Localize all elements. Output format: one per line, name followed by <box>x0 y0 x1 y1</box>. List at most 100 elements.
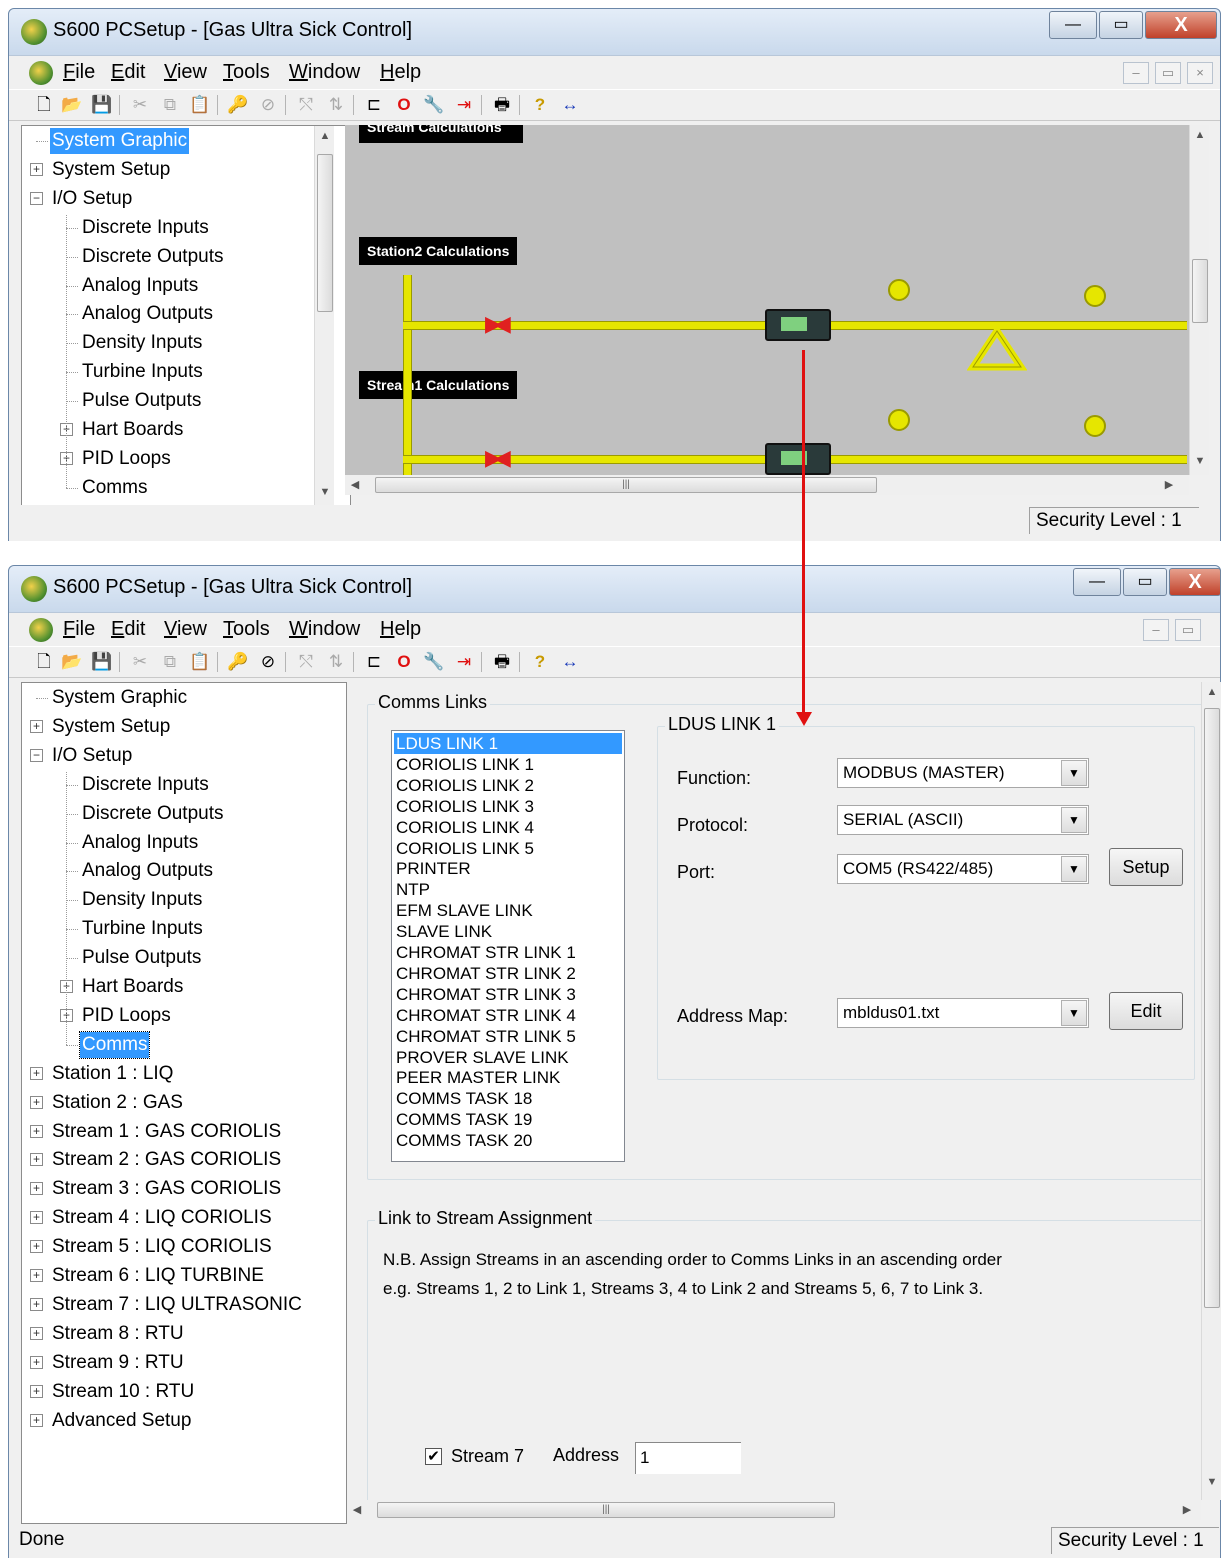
transmitter-icon[interactable] <box>888 279 910 301</box>
list-item[interactable]: NTP <box>394 879 622 900</box>
list-item[interactable]: EFM SLAVE LINK <box>394 900 622 921</box>
scroll-left-arrow-icon[interactable]: ◀ <box>345 475 365 495</box>
open-folder-icon[interactable]: 📂 <box>61 94 83 116</box>
tree-item-comms[interactable]: Comms <box>78 1030 151 1059</box>
scroll-right-arrow-icon[interactable]: ▶ <box>1159 475 1179 495</box>
scroll-thumb[interactable] <box>317 154 333 312</box>
menu-edit[interactable]: Edit <box>111 61 145 84</box>
scroll-left-arrow-icon[interactable]: ◀ <box>347 1500 367 1520</box>
valve-icon[interactable]: ▶◀ <box>485 311 511 337</box>
mdi-minimize-button[interactable]: – <box>1143 619 1169 641</box>
transmitter-icon[interactable] <box>1084 285 1106 307</box>
tree-item-density-inputs[interactable]: Density Inputs <box>80 330 204 356</box>
list-item[interactable]: PROVER SLAVE LINK <box>394 1047 622 1068</box>
print-icon[interactable]: 🖶 <box>491 651 513 673</box>
menu-view[interactable]: View <box>164 618 207 641</box>
tree-item-comms[interactable]: Comms <box>80 475 149 501</box>
list-item[interactable]: CORIOLIS LINK 2 <box>394 775 622 796</box>
list-item[interactable]: SLAVE LINK <box>394 921 622 942</box>
chevron-down-icon[interactable]: ▼ <box>1061 1000 1087 1026</box>
tree-item-turbine-inputs[interactable]: Turbine Inputs <box>80 916 205 942</box>
tree-item-stream-10-rtu[interactable]: Stream 10 : RTU <box>50 1379 196 1405</box>
address-map-select[interactable]: mbldus01.txt ▼ <box>837 998 1089 1028</box>
tree-item-system-graphic[interactable]: System Graphic <box>50 685 189 711</box>
key-icon[interactable]: 🔑 <box>227 651 249 673</box>
list-item[interactable]: CHROMAT STR LINK 3 <box>394 984 622 1005</box>
network-icon[interactable]: ⤲ <box>295 94 317 116</box>
save-icon[interactable]: 💾 <box>91 94 113 116</box>
context-help-icon[interactable]: ↔ <box>559 651 581 673</box>
tree-item-pid-loops[interactable]: PID Loops <box>80 1003 173 1029</box>
mdi-minimize-button[interactable]: – <box>1123 62 1149 84</box>
expand-icon[interactable]: + <box>30 1240 43 1254</box>
tree-item-stream-8-rtu[interactable]: Stream 8 : RTU <box>50 1321 186 1347</box>
title-bar[interactable]: S600 PCSetup - [Gas Ultra Sick Control] … <box>9 566 1221 612</box>
collapse-icon[interactable]: − <box>30 748 43 762</box>
paste-icon[interactable]: 📋 <box>189 94 211 116</box>
cut-icon[interactable]: ✂ <box>129 651 151 673</box>
port-select[interactable]: COM5 (RS422/485) ▼ <box>837 854 1089 884</box>
scroll-up-arrow-icon[interactable]: ▲ <box>1202 682 1221 702</box>
setup-button[interactable]: Setup <box>1109 848 1183 886</box>
tree-item-discrete-inputs[interactable]: Discrete Inputs <box>80 772 211 798</box>
mdi-restore-button[interactable]: ▭ <box>1155 62 1181 84</box>
copy-icon[interactable]: ⧉ <box>159 94 181 116</box>
tree-item-system-setup[interactable]: System Setup <box>50 714 172 740</box>
scroll-down-arrow-icon[interactable]: ▼ <box>1190 451 1210 471</box>
open-folder-icon[interactable]: 📂 <box>61 651 83 673</box>
menu-file[interactable]: File <box>63 61 95 84</box>
tree-item-stream-2-gas-coriolis[interactable]: Stream 2 : GAS CORIOLIS <box>50 1147 283 1173</box>
config-tree[interactable]: System Graphic + System Setup − I/O Setup Dis… <box>21 682 347 1524</box>
scroll-thumb[interactable] <box>1204 708 1220 1308</box>
new-file-icon[interactable]: 🗋 <box>33 94 55 116</box>
tree-item-system-setup[interactable]: System Setup <box>50 157 172 183</box>
export-icon[interactable]: ⇥ <box>453 94 475 116</box>
protocol-select[interactable]: SERIAL (ASCII) ▼ <box>837 805 1089 835</box>
scroll-down-arrow-icon[interactable]: ▼ <box>1202 1472 1221 1492</box>
list-item[interactable]: COMMS TASK 18 <box>394 1088 622 1109</box>
scroll-right-arrow-icon[interactable]: ▶ <box>1177 1500 1197 1520</box>
stream-calculations-box[interactable]: Stream Calculations <box>359 125 523 143</box>
tree-item-stream-3-gas-coriolis[interactable]: Stream 3 : GAS CORIOLIS <box>50 1176 283 1202</box>
menu-window[interactable]: Window <box>289 618 360 641</box>
key-icon[interactable]: 🔑 <box>227 94 249 116</box>
graphic-horizontal-scrollbar[interactable]: ◀ ||| ▶ <box>345 475 1189 495</box>
tree-vertical-scrollbar[interactable]: ▲ ▼ <box>314 126 334 508</box>
connect-icon[interactable]: ⊏ <box>363 94 385 116</box>
menu-tools[interactable]: Tools <box>223 618 270 641</box>
pin-icon[interactable]: 🔧 <box>423 94 445 116</box>
comms-links-list[interactable]: LDUS LINK 1 CORIOLIS LINK 1 CORIOLIS LINK … <box>391 730 625 1162</box>
stream-7-checkbox[interactable]: ✔ <box>425 1448 442 1465</box>
context-help-icon[interactable]: ↔ <box>559 94 581 116</box>
tree-item-advanced-setup[interactable]: Advanced Setup <box>50 1408 193 1434</box>
scroll-down-arrow-icon[interactable]: ▼ <box>315 482 335 502</box>
close-button[interactable]: X <box>1169 568 1221 596</box>
list-item[interactable]: CORIOLIS LINK 4 <box>394 817 622 838</box>
menu-window[interactable]: Window <box>289 61 360 84</box>
scroll-thumb[interactable] <box>1192 259 1208 323</box>
tree-item-discrete-outputs[interactable]: Discrete Outputs <box>80 244 226 270</box>
meter-icon[interactable] <box>967 323 1027 373</box>
scroll-thumb[interactable]: ||| <box>377 1502 835 1518</box>
collapse-icon[interactable]: − <box>30 191 43 205</box>
tree-item-stream-4-liq-coriolis[interactable]: Stream 4 : LIQ CORIOLIS <box>50 1205 274 1231</box>
system-graphic-canvas[interactable]: Stream Calculations Station2 Calculation… <box>345 125 1201 475</box>
tree-item-stream-6-liq-turbine[interactable]: Stream 6 : LIQ TURBINE <box>50 1263 266 1289</box>
list-item[interactable]: PEER MASTER LINK <box>394 1067 622 1088</box>
connect-icon[interactable]: ⊏ <box>363 651 385 673</box>
tree-item-stream-5-liq-coriolis[interactable]: Stream 5 : LIQ CORIOLIS <box>50 1234 274 1260</box>
scroll-up-arrow-icon[interactable]: ▲ <box>315 126 335 146</box>
list-item[interactable]: PRINTER <box>394 858 622 879</box>
transfer-icon[interactable]: ⇅ <box>325 651 347 673</box>
stop-icon[interactable]: O <box>393 651 415 673</box>
help-icon[interactable]: ? <box>529 651 551 673</box>
menu-help[interactable]: Help <box>380 618 421 641</box>
tree-item-stream-1-gas-coriolis[interactable]: Stream 1 : GAS CORIOLIS <box>50 1119 283 1145</box>
chevron-down-icon[interactable]: ▼ <box>1061 856 1087 882</box>
menu-view[interactable]: View <box>164 61 207 84</box>
copy-icon[interactable]: ⧉ <box>159 651 181 673</box>
tree-item-discrete-inputs[interactable]: Discrete Inputs <box>80 215 211 241</box>
tree-item-i-o-setup[interactable]: I/O Setup <box>50 186 134 212</box>
list-item[interactable]: CORIOLIS LINK 5 <box>394 838 622 859</box>
address-input[interactable]: 1 <box>635 1442 741 1474</box>
